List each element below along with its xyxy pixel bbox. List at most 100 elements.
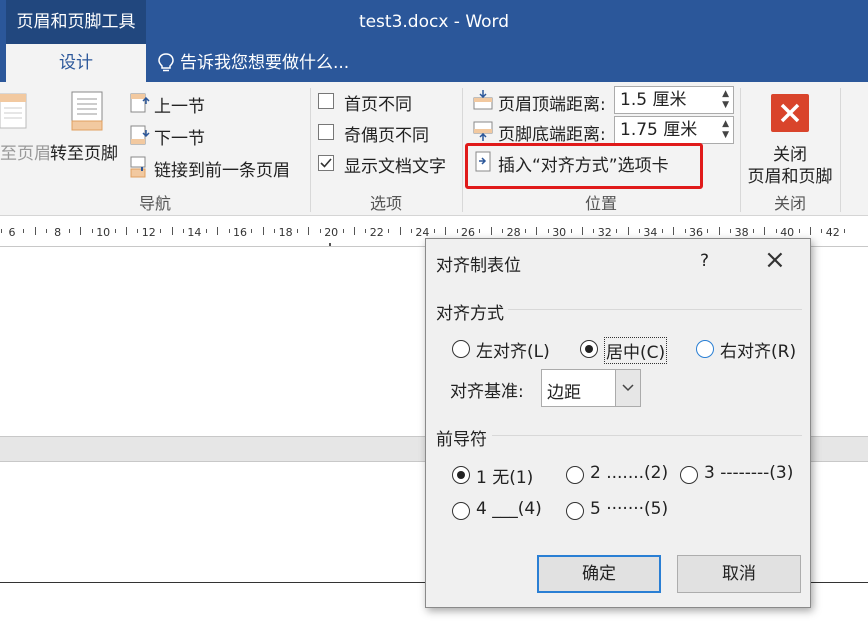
alignment-tab-dialog: 对齐制表位 ? × 对齐方式 左对齐(L) 居中(C) 右对齐(R) 对齐基准:… [425, 238, 811, 608]
ruler-minor-tick [114, 229, 116, 233]
different-odd-even-label: 奇偶页不同 [344, 126, 429, 146]
close-icon [771, 94, 809, 132]
go-to-footer-icon [71, 91, 103, 131]
ruler-minor-tick [0, 229, 2, 233]
help-button[interactable]: ? [700, 251, 709, 271]
ruler-minor-tick [661, 229, 663, 233]
footer-from-bottom-label: 页脚底端距离: [498, 125, 606, 145]
ruler-minor-tick [80, 227, 82, 235]
spin-up-icon[interactable]: ▲ [722, 90, 729, 99]
previous-section-label: 上一节 [154, 97, 205, 117]
go-to-footer-button[interactable]: 转至页脚 [50, 88, 124, 166]
ruler-minor-tick [718, 227, 720, 235]
ruler-minor-tick [46, 229, 48, 233]
ruler-minor-tick [274, 229, 276, 233]
different-odd-even-box [318, 124, 334, 140]
highlight-annotation-box [465, 143, 703, 189]
ruler-tick-label: 6 [8, 226, 16, 239]
spin-down-icon[interactable]: ▼ [722, 131, 729, 140]
ruler-minor-tick [23, 229, 25, 233]
ruler-minor-tick [753, 229, 754, 233]
ruler-minor-tick [502, 229, 504, 233]
checkmark-icon [320, 158, 332, 168]
dropdown-button[interactable] [615, 370, 640, 406]
ruler-tick-label: 12 [141, 226, 156, 239]
tab-design[interactable]: 设计 [6, 44, 146, 82]
header-from-top-icon [473, 90, 493, 110]
ruler-minor-tick [798, 229, 800, 233]
group-separator [840, 88, 841, 212]
go-to-footer-label: 转至页脚 [50, 144, 118, 164]
leader-2-radio-circle [566, 466, 584, 484]
group-label-options: 选项 [369, 194, 402, 213]
header-from-top-value: 1.5 厘米 [620, 90, 687, 110]
ruler-minor-tick [399, 227, 401, 235]
header-from-top-label: 页眉顶端距离: [498, 95, 606, 115]
ruler-minor-tick [126, 227, 127, 235]
ruler-minor-tick [228, 229, 230, 233]
ruler-minor-tick [547, 229, 549, 233]
go-to-header-label: 至页眉 [0, 144, 51, 164]
ruler-minor-tick [297, 229, 298, 233]
link-to-previous-icon [130, 156, 146, 178]
ruler-minor-tick [251, 229, 253, 233]
ruler-minor-tick [582, 227, 583, 235]
different-first-page-label: 首页不同 [344, 95, 412, 115]
ruler-minor-tick [91, 229, 93, 233]
ok-button[interactable]: 确定 [537, 555, 661, 593]
different-first-page-box [318, 93, 334, 109]
next-section-icon [130, 125, 150, 145]
ruler-minor-tick [570, 229, 572, 233]
leader-3-radio-circle [680, 466, 698, 484]
go-to-header-icon [0, 93, 27, 129]
ruler-minor-tick [627, 227, 629, 235]
footer-from-bottom-spinner[interactable]: 1.75 厘米 ▲ ▼ [614, 116, 734, 144]
align-right-label: 右对齐(R) [720, 342, 797, 362]
ruler-minor-tick [844, 229, 846, 233]
footer-from-bottom-value: 1.75 厘米 [620, 120, 698, 140]
align-relative-label: 对齐基准: [450, 382, 524, 402]
ruler-tick-label: 16 [233, 226, 247, 239]
ruler-tick-label: 14 [187, 226, 202, 239]
ruler-minor-tick [821, 229, 823, 233]
next-section-label: 下一节 [154, 129, 205, 149]
ruler-tick-label: 8 [54, 226, 62, 239]
align-relative-select[interactable]: 边距 [541, 369, 641, 407]
header-from-top-spinner[interactable]: 1.5 厘米 ▲ ▼ [614, 86, 734, 114]
leader-4-radio-circle [452, 502, 470, 520]
ruler-minor-tick [730, 229, 732, 233]
ruler-minor-tick [411, 229, 412, 233]
ruler-minor-tick [183, 229, 184, 233]
show-document-text-box [318, 155, 334, 171]
tell-me-box[interactable]: 告诉我您想要做什么... [158, 44, 349, 82]
spin-down-icon[interactable]: ▼ [722, 101, 729, 110]
dialog-close-button[interactable]: × [764, 245, 786, 275]
lightbulb-icon [158, 53, 174, 72]
ruler-minor-tick [171, 227, 173, 235]
align-left-label: 左对齐(L) [476, 342, 550, 362]
footer-from-bottom-icon [473, 121, 493, 141]
spin-up-icon[interactable]: ▲ [722, 120, 729, 129]
ruler-minor-tick [433, 229, 435, 233]
cancel-button[interactable]: 取消 [677, 555, 801, 593]
section-divider [508, 309, 802, 310]
leader-5-radio-circle [566, 502, 584, 520]
go-to-header-button[interactable]: 至页眉 [0, 88, 51, 166]
ruler-minor-tick [775, 229, 777, 233]
align-center-label: 居中(C) [604, 337, 668, 364]
ruler-minor-tick [217, 227, 219, 235]
ruler-minor-tick [319, 229, 321, 233]
show-document-text-label: 显示文档文字 [344, 157, 446, 177]
ruler-minor-tick [593, 229, 595, 233]
leader-1-label: 1 无(1) [476, 468, 534, 488]
leader-1-radio-circle [452, 466, 470, 484]
close-header-footer-button[interactable]: 关闭 页眉和页脚 [742, 88, 838, 187]
ruler-minor-tick [707, 229, 709, 233]
link-to-previous-label: 链接到前一条页眉 [154, 161, 290, 181]
context-tab-header-footer-tools: 页眉和页脚工具 [6, 0, 146, 44]
group-label-position: 位置 [584, 194, 617, 213]
ruler-minor-tick [34, 227, 36, 235]
align-left-radio-circle [452, 340, 470, 358]
alignment-section-label: 对齐方式 [436, 304, 504, 324]
ruler-minor-tick [764, 227, 766, 235]
